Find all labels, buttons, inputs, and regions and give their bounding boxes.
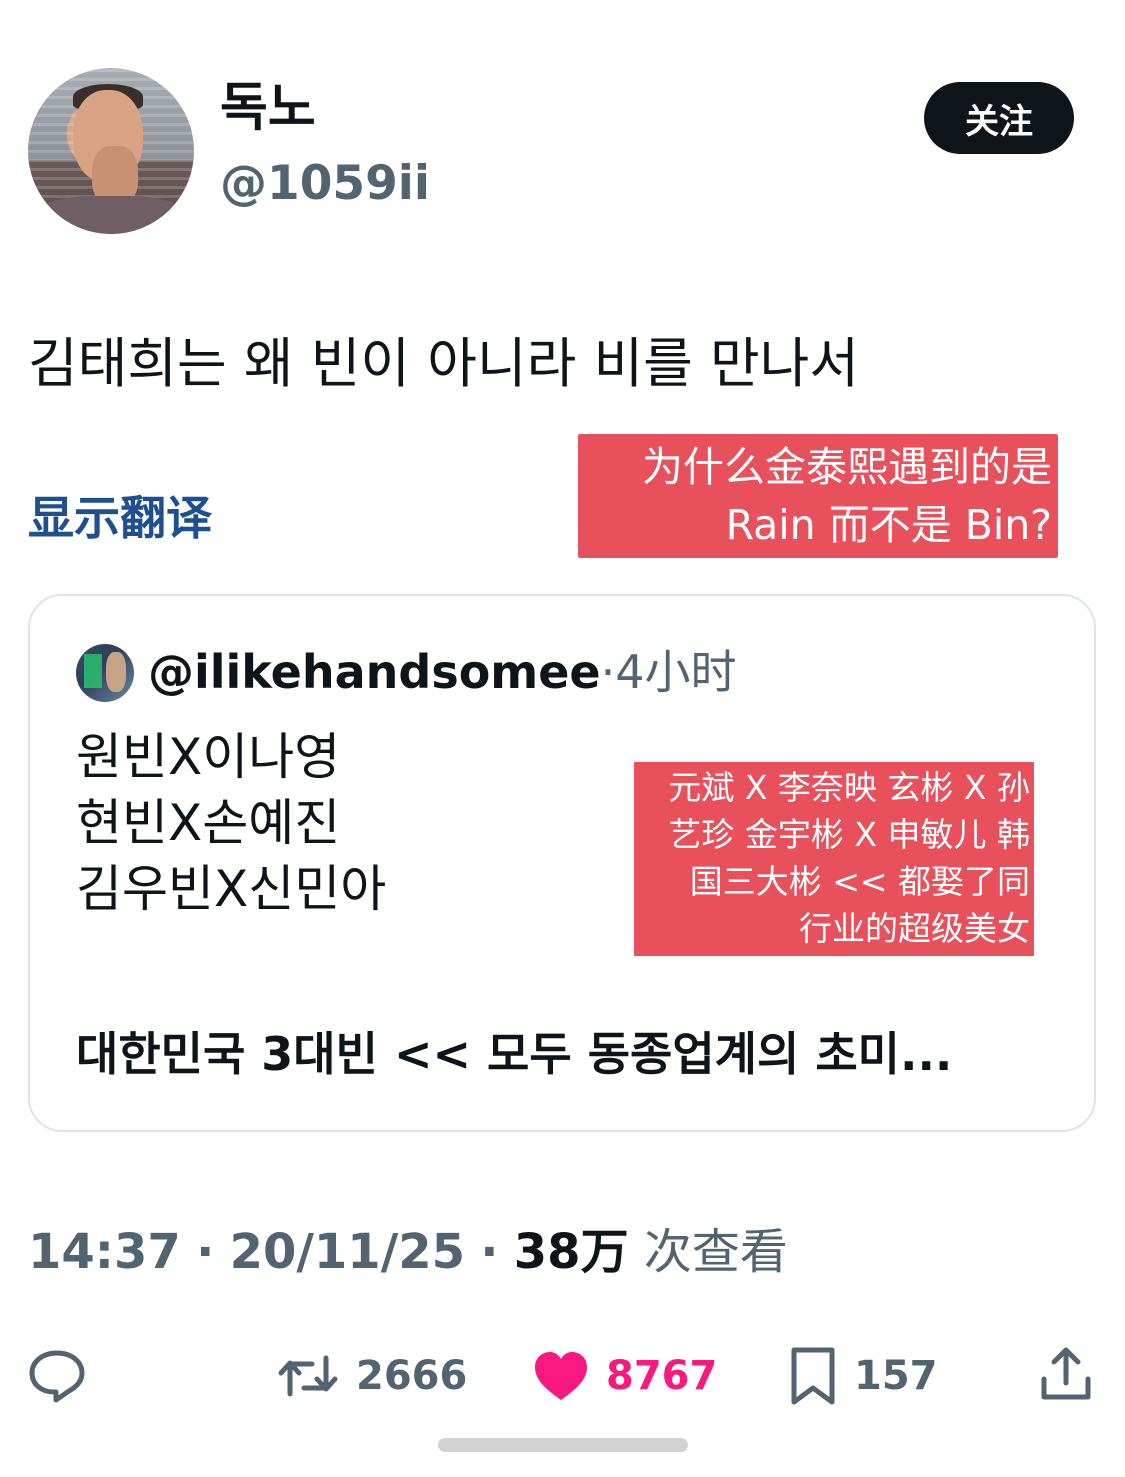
like-count: 8767	[606, 1353, 718, 1399]
reply-button[interactable]	[28, 1346, 102, 1406]
retweet-count: 2666	[356, 1353, 468, 1399]
annotation-line: 行业的超级美女	[799, 909, 1030, 948]
like-button[interactable]: 8767	[532, 1346, 717, 1406]
home-indicator[interactable]	[438, 1438, 688, 1452]
separator-dot: ·	[196, 1224, 215, 1280]
translation-annotation: 为什么金泰熙遇到的是 Rain 而不是 Bin?	[578, 434, 1058, 558]
tweet-date[interactable]: 20/11/25	[230, 1224, 465, 1280]
annotation-line: 为什么金泰熙遇到的是	[642, 443, 1052, 491]
bookmark-button[interactable]: 157	[788, 1346, 938, 1406]
quoted-line: 현빈X손예진	[76, 794, 341, 852]
author-display-name[interactable]: 독노	[220, 82, 316, 134]
quoted-author-handle[interactable]: @ilikehandsomee	[148, 645, 601, 699]
bookmark-icon	[788, 1346, 838, 1406]
quoted-line: 원빈X이나영	[76, 728, 341, 786]
quoted-tweet-summary: 대한민국 3대빈 << 모두 동종업계의 초미...	[76, 1027, 953, 1081]
tweet-meta: 14:37 · 20/11/25 · 38万 次查看	[28, 1222, 788, 1282]
share-button[interactable]	[1038, 1344, 1094, 1404]
bookmark-count: 157	[854, 1353, 938, 1399]
views-label: 次查看	[643, 1224, 788, 1280]
retweet-icon	[276, 1350, 340, 1402]
author-avatar[interactable]	[28, 68, 194, 234]
reply-icon	[28, 1349, 86, 1403]
heart-icon	[532, 1350, 590, 1402]
share-icon	[1038, 1345, 1094, 1403]
annotation-line: 元斌 X 李奈映 玄彬 X 孙	[668, 768, 1030, 807]
retweet-button[interactable]: 2666	[276, 1346, 467, 1406]
separator-dot: ·	[600, 645, 616, 699]
views-count: 38万	[513, 1224, 629, 1280]
separator-dot: ·	[480, 1224, 499, 1280]
quoted-line: 김우빈X신민아	[76, 860, 387, 918]
annotation-line: 艺珍 金宇彬 X 申敏儿 韩	[668, 815, 1030, 854]
tweet-text: 김태희는 왜 빈이 아니라 비를 만나서	[28, 332, 860, 395]
show-translation-link[interactable]: 显示翻译	[28, 495, 212, 541]
annotation-line: 国三大彬 << 都娶了同	[689, 862, 1030, 901]
tweet-time[interactable]: 14:37	[28, 1224, 181, 1280]
follow-button[interactable]: 关注	[924, 82, 1074, 154]
annotation-line: Rain 而不是 Bin?	[725, 501, 1052, 549]
quote-translation-annotation: 元斌 X 李奈映 玄彬 X 孙 艺珍 金宇彬 X 申敏儿 韩 国三大彬 << 都…	[634, 762, 1034, 956]
quoted-tweet-time: 4小时	[615, 645, 737, 699]
quoted-author-avatar[interactable]	[76, 644, 134, 702]
quoted-tweet-header: @ilikehandsomee·4小时	[148, 644, 737, 700]
quoted-tweet-body: 원빈X이나영 현빈X손예진 김우빈X신민아	[76, 724, 386, 922]
author-handle[interactable]: @1059ii	[220, 160, 430, 207]
